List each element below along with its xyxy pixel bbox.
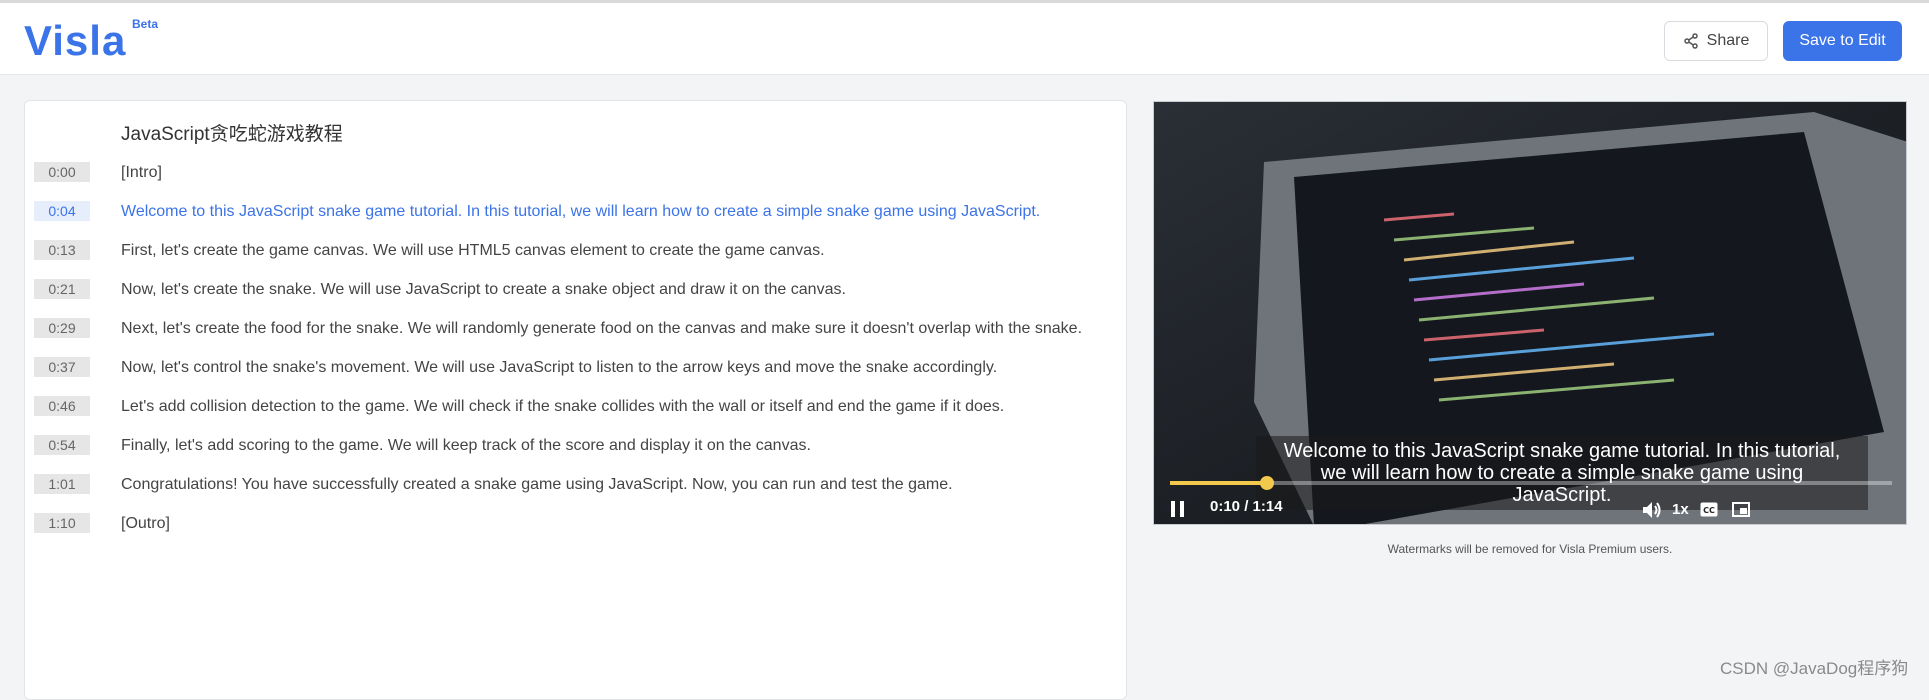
transcript-text: Welcome to this JavaScript snake game tu… — [121, 203, 1041, 220]
transcript-text: Now, let's control the snake's movement.… — [121, 359, 998, 376]
transcript-text: Let's add collision detection to the gam… — [121, 398, 1005, 415]
timestamp-chip[interactable]: 0:46 — [34, 396, 90, 416]
timestamp-chip[interactable]: 0:37 — [34, 357, 90, 377]
csdn-watermark: CSDN @JavaDog程序狗 — [1720, 659, 1909, 678]
transcript-text: First, let's create the game canvas. We … — [121, 242, 825, 259]
timestamp-chip[interactable]: 0:00 — [34, 162, 90, 182]
fullscreen-icon[interactable] — [1732, 502, 1750, 517]
caption-line-3: JavaScript. — [1512, 484, 1612, 506]
transcript-row[interactable]: 0:29 Next, let's create the food for the … — [25, 318, 1125, 342]
progress-bar[interactable] — [1170, 476, 1892, 490]
timestamp-chip[interactable]: 0:21 — [34, 279, 90, 299]
transcript-row[interactable]: 0:46 Let's add collision detection to the… — [25, 396, 1125, 420]
video-caption: Welcome to this JavaScript snake game tu… — [1256, 436, 1868, 510]
transcript-text: Congratulations! You have successfully c… — [121, 476, 953, 493]
transcript-row[interactable]: 0:04 Welcome to this JavaScript snake gam… — [25, 201, 1125, 225]
share-label: Share — [1706, 32, 1750, 49]
app-header: Visla Beta Share Save to Edit — [0, 3, 1929, 75]
transcript-row[interactable]: 1:01 Congratulations! You have successful… — [25, 474, 1125, 498]
timestamp-chip[interactable]: 0:04 — [34, 201, 90, 221]
svg-text:CC: CC — [1703, 506, 1715, 515]
visla-logo[interactable]: Visla — [24, 17, 126, 65]
share-icon — [1683, 33, 1698, 49]
playback-speed[interactable]: 1x — [1672, 501, 1689, 518]
transcript-text: [Outro] — [121, 515, 170, 532]
transcript-text: Next, let's create the food for the snak… — [121, 320, 1083, 337]
transcript-title: JavaScript贪吃蛇游戏教程 — [121, 124, 343, 145]
transcript-row[interactable]: 0:54 Finally, let's add scoring to the ga… — [25, 435, 1125, 459]
transcript-row[interactable]: 0:37 Now, let's control the snake's movem… — [25, 357, 1125, 381]
time-display: 0:10 / 1:14 — [1210, 498, 1283, 515]
timestamp-chip[interactable]: 0:54 — [34, 435, 90, 455]
share-button[interactable]: Share — [1664, 21, 1768, 61]
captions-icon[interactable]: CC — [1700, 502, 1718, 517]
timestamp-chip[interactable]: 1:01 — [34, 474, 90, 494]
progress-fill — [1170, 481, 1268, 485]
transcript-text: Finally, let's add scoring to the game. … — [121, 437, 811, 454]
beta-badge: Beta — [132, 17, 159, 31]
transcript-panel: JavaScript贪吃蛇游戏教程 0:00 [Intro] 0:04 Welcome… — [24, 100, 1127, 700]
transcript-row[interactable]: 0:13 First, let's create the game canvas.… — [25, 240, 1125, 264]
timestamp-chip[interactable]: 0:29 — [34, 318, 90, 338]
transcript-row[interactable]: 0:00 [Intro] — [25, 162, 1125, 186]
transcript-row[interactable]: 0:21 Now, let's create the snake. We will… — [25, 279, 1125, 303]
save-to-edit-button[interactable]: Save to Edit — [1783, 21, 1902, 61]
volume-icon[interactable] — [1642, 501, 1662, 519]
video-player[interactable]: Welcome to this JavaScript snake game tu… — [1153, 101, 1907, 525]
transcript-row[interactable]: 1:10 [Outro] — [25, 513, 1125, 537]
caption-line-1: Welcome to this JavaScript snake game tu… — [1283, 440, 1841, 462]
timestamp-chip[interactable]: 1:10 — [34, 513, 90, 533]
watermark-note: Watermarks will be removed for Visla Pre… — [1387, 542, 1673, 556]
transcript-text: Now, let's create the snake. We will use… — [121, 281, 846, 298]
pause-icon[interactable] — [1170, 500, 1186, 518]
timestamp-chip[interactable]: 0:13 — [34, 240, 90, 260]
transcript-text: [Intro] — [121, 164, 162, 181]
